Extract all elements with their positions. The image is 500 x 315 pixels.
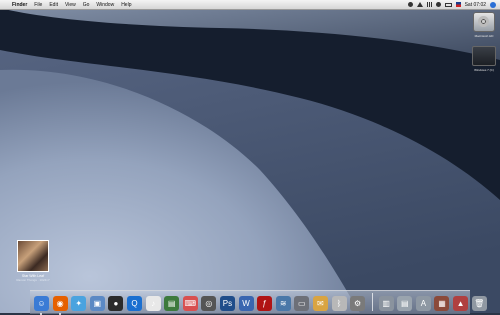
- desktop-drive-windows[interactable]: Windows 7 (C): [471, 46, 497, 72]
- battery-icon[interactable]: [444, 2, 452, 7]
- menu-help[interactable]: Help: [121, 2, 131, 8]
- disk-icon: [472, 46, 496, 66]
- applications-stack-icon[interactable]: A: [415, 296, 431, 311]
- input-source-icon[interactable]: [455, 2, 461, 7]
- menu-extras: Sat 07:02: [407, 1, 500, 8]
- menu-window[interactable]: Window: [96, 2, 114, 8]
- word-icon[interactable]: W: [238, 296, 254, 311]
- documents-stack-icon[interactable]: ▤: [397, 296, 413, 311]
- safari-icon[interactable]: ✦: [71, 296, 87, 311]
- menu-file[interactable]: File: [34, 2, 42, 8]
- desktop-wallpaper: [0, 0, 500, 313]
- flash-icon[interactable]: ƒ: [257, 296, 273, 311]
- utilities-stack-icon[interactable]: ▲: [453, 296, 469, 311]
- bluetooth-icon[interactable]: ᛒ: [331, 296, 347, 311]
- itunes-icon[interactable]: ♪: [145, 296, 161, 311]
- downloads-stack-icon[interactable]: ▦: [434, 296, 450, 311]
- volume-icon[interactable]: [435, 2, 441, 7]
- desktop-image-file[interactable]: Star With Leaf Ramon Thongs · 1024×7: [12, 240, 54, 282]
- trash-icon[interactable]: 🗑: [471, 296, 487, 311]
- drive-label: Windows 7 (C): [474, 68, 494, 72]
- eject-icon[interactable]: [416, 2, 423, 7]
- menu-go[interactable]: Go: [83, 2, 90, 8]
- photoshop-icon[interactable]: Ps: [219, 296, 235, 311]
- desktop-drive-macintosh-hd[interactable]: Macintosh HD: [471, 12, 497, 38]
- firefox-icon[interactable]: ◉: [52, 296, 68, 315]
- menu-edit[interactable]: Edit: [49, 2, 58, 8]
- folder-stack-icon[interactable]: ▥: [378, 296, 394, 311]
- typewriter-icon[interactable]: ⌨: [182, 296, 198, 311]
- time-machine-icon[interactable]: [407, 2, 413, 7]
- teleport-icon[interactable]: ≋: [275, 296, 291, 311]
- mail-stamp-icon[interactable]: ✉: [312, 296, 328, 311]
- adium-icon[interactable]: ●: [108, 296, 124, 311]
- dock-separator: [371, 293, 373, 311]
- menu-view[interactable]: View: [65, 2, 76, 8]
- wifi-icon[interactable]: [426, 2, 432, 7]
- menu-finder[interactable]: Finder: [12, 2, 27, 8]
- menu-bar: Finder File Edit View Go Window Help Sat…: [0, 0, 500, 10]
- system-preferences-icon[interactable]: ⚙: [350, 296, 366, 311]
- preview-icon[interactable]: ▣: [89, 296, 105, 311]
- drive-label: Macintosh HD: [474, 34, 494, 38]
- menu-clock[interactable]: Sat 07:02: [465, 2, 486, 8]
- dock-items: ☺ ◉ ✦ ▣ ● Q ♪ ▤ ⌨ ◎ Ps Wƒ ≋ ▭ ✉ ᛒ ⚙ ▥ ▤ A ▦ ▲ 🗑: [34, 291, 490, 315]
- drive-icon[interactable]: ▭: [294, 296, 310, 311]
- camera-icon[interactable]: ◎: [201, 296, 217, 311]
- hard-drive-icon: [473, 12, 495, 32]
- spotlight-icon[interactable]: [490, 1, 496, 8]
- file-subtitle: Ramon Thongs · 1024×7: [16, 278, 50, 282]
- finder-icon[interactable]: ☺: [34, 296, 49, 315]
- image-file-icon: [17, 240, 49, 272]
- iphoto-icon[interactable]: ▤: [164, 296, 180, 311]
- quicktime-icon[interactable]: Q: [126, 296, 142, 311]
